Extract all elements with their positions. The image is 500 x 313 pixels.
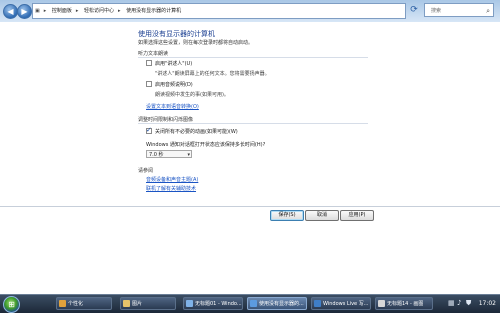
section-text-to-speech: 听力文本朗读 (138, 51, 169, 57)
notification-duration-question: Windows 通知对话框打开状态应该保持多长时间(H)? (146, 142, 266, 148)
breadcrumb-ease-of-access[interactable]: 轻松访问中心 (82, 4, 116, 18)
audio-devices-link[interactable]: 音频设备和声音主题(A) (146, 176, 198, 183)
live-writer-icon (314, 300, 321, 307)
audio-description-label[interactable]: 启用音频说明(D) (155, 81, 193, 88)
narrator-label[interactable]: 启用"讲述人"(U) (155, 60, 192, 67)
assistive-tech-link[interactable]: 联机了解有关辅助技术 (146, 185, 196, 192)
control-panel-icon: ▣ (35, 8, 40, 14)
notification-duration-select[interactable]: 7.0 秒 ▾ (146, 150, 192, 158)
save-button[interactable]: 保存(S) (270, 210, 304, 221)
window-icon (186, 300, 193, 307)
breadcrumb-control-panel[interactable]: 控制面板 (50, 4, 74, 18)
taskbar-item-live-writer[interactable]: Windows Live 写... (311, 297, 371, 310)
notification-duration-value: 7.0 秒 (149, 152, 164, 158)
refresh-icon[interactable]: ⟳ (408, 4, 420, 16)
start-button[interactable]: ⊞ (3, 296, 20, 313)
turn-off-animations-checkbox[interactable] (146, 126, 152, 134)
page-title: 使用没有显示器的计算机 (138, 30, 215, 38)
back-button[interactable]: ◀ (3, 4, 18, 19)
control-panel-icon (250, 300, 257, 307)
forward-arrow-icon: ▶ (21, 7, 28, 16)
tts-settings-link[interactable]: 设置文本到语音转换(O) (146, 103, 199, 110)
audio-description-checkbox[interactable] (146, 81, 152, 87)
footer-divider (0, 206, 500, 207)
page-subtitle: 如果选择这些设置，则在每次登录时都将自动启动。 (138, 40, 254, 46)
address-bar: ◀ ▶ ▣ ▸ 控制面板 ▸ 轻松访问中心 ▸ 使用没有显示器的计算机 ⟳ 搜索 ⌕ (0, 0, 500, 23)
forward-button[interactable]: ▶ (17, 4, 32, 19)
turn-off-animations-label[interactable]: 关闭所有不必要的动画(如果可能)(W) (155, 128, 238, 135)
paint-icon (378, 300, 385, 307)
audio-description-description: 朗读视频中发生的事(如果可用)。 (155, 92, 229, 98)
taskbar-item-personalize[interactable]: 个性化 (56, 297, 112, 310)
search-input[interactable]: 搜索 ⌕ (424, 3, 494, 17)
chevron-down-icon: ▾ (187, 152, 190, 158)
divider (138, 123, 368, 124)
taskbar-item-control-panel[interactable]: 使用没有显示器的... (247, 297, 307, 310)
see-also-heading: 请参阅 (138, 168, 154, 174)
system-tray: ▦ ♪ ⛊ 17:02 (446, 295, 500, 313)
clock[interactable]: 17:02 (479, 300, 496, 307)
breadcrumb-current[interactable]: 使用没有显示器的计算机 (124, 4, 183, 18)
breadcrumb[interactable]: ▣ ▸ 控制面板 ▸ 轻松访问中心 ▸ 使用没有显示器的计算机 (32, 3, 406, 19)
folder-icon (123, 300, 130, 307)
apply-button[interactable]: 应用(P) (340, 210, 374, 221)
taskbar: ⊞ 个性化 图片 无标题01 - Windo... 使用没有显示器的... Wi… (0, 294, 500, 313)
taskbar-item-window[interactable]: 无标题01 - Windo... (183, 297, 243, 310)
network-icon[interactable]: ▦ (448, 299, 455, 307)
windows-logo-icon: ⊞ (8, 300, 15, 309)
personalize-icon (59, 300, 66, 307)
search-placeholder: 搜索 (431, 8, 442, 14)
divider (138, 57, 368, 58)
taskbar-item-paint[interactable]: 无标题14 - 画图 (375, 297, 433, 310)
search-icon: ⌕ (486, 7, 490, 15)
back-arrow-icon: ◀ (7, 7, 14, 16)
main-content: 使用没有显示器的计算机 如果选择这些设置，则在每次登录时都将自动启动。 听力文本… (0, 22, 500, 294)
volume-icon[interactable]: ♪ (457, 299, 461, 307)
shield-icon[interactable]: ⛊ (466, 299, 471, 308)
narrator-description: "讲述人"朗读屏幕上的任何文本。您将需要扬声器。 (155, 71, 270, 77)
narrator-checkbox[interactable] (146, 60, 152, 66)
section-timing: 调整时间限制和闪烁图像 (138, 117, 194, 123)
taskbar-item-pictures[interactable]: 图片 (120, 297, 176, 310)
cancel-button[interactable]: 取消 (305, 210, 339, 221)
